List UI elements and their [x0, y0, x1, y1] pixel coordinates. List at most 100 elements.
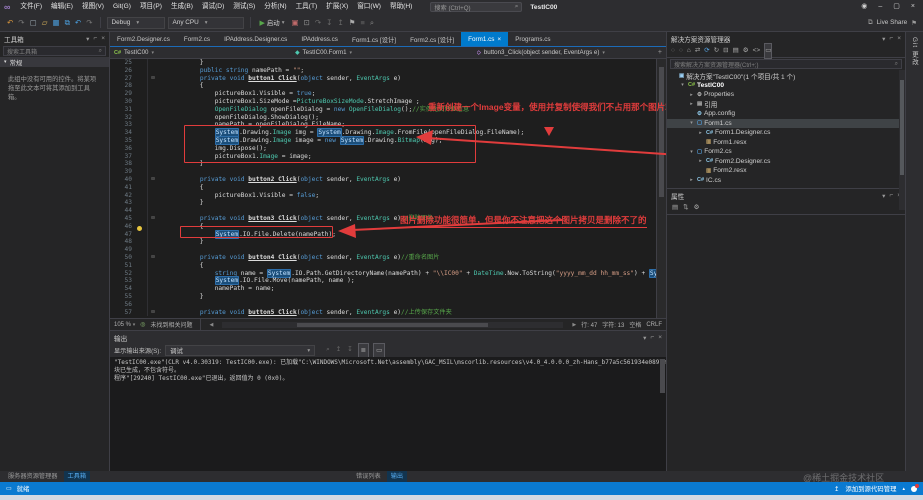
outline-margin[interactable]: [148, 145, 158, 153]
hot-reload-icon[interactable]: ▣: [290, 16, 299, 30]
feedback-icon[interactable]: ⚑: [911, 19, 917, 27]
breakpoint-margin[interactable]: [134, 199, 148, 207]
output-log[interactable]: "TestIC00.exe"(CLR v4.0.30319: TestIC00.…: [110, 357, 666, 471]
breakpoint-margin[interactable]: [134, 114, 148, 122]
outline-margin[interactable]: [148, 207, 158, 215]
editor-tab[interactable]: Form2.Designer.cs ×: [110, 32, 177, 46]
breakpoint-margin[interactable]: [134, 309, 148, 317]
editor-tab[interactable]: Form1.cs [设计] ×: [345, 32, 403, 46]
expander-icon[interactable]: ▸: [688, 92, 695, 98]
breakpoint-margin[interactable]: [134, 238, 148, 246]
menu-item[interactable]: 工具(T): [292, 0, 322, 14]
pin-icon[interactable]: ⌐: [650, 334, 654, 342]
dock-tab[interactable]: 服务器资源管理器: [4, 471, 62, 482]
outline-margin[interactable]: ⊟: [148, 75, 158, 83]
tree-item[interactable]: ▥ Form2.resx: [667, 166, 905, 176]
document-health-icon[interactable]: ◎: [140, 321, 145, 328]
outline-margin[interactable]: [148, 293, 158, 301]
chevron-down-icon[interactable]: ▾: [643, 334, 646, 342]
menu-item[interactable]: 扩展(X): [322, 0, 352, 14]
editor-tab[interactable]: Form2.cs ×: [177, 32, 217, 46]
close-panel-icon[interactable]: ×: [897, 35, 901, 43]
caret-line-indicator[interactable]: 行: 47: [581, 320, 597, 329]
pin-icon[interactable]: ⌐: [889, 35, 893, 43]
menu-item[interactable]: 项目(P): [136, 0, 166, 14]
expander-icon[interactable]: ▾: [679, 82, 686, 88]
minimize-button[interactable]: –: [878, 0, 882, 14]
code-line[interactable]: 26 public string namePath = "";: [110, 67, 656, 75]
outline-margin[interactable]: [148, 223, 158, 231]
expander-icon[interactable]: ▾: [688, 120, 695, 126]
tree-item[interactable]: ▸ C# IC.cs: [667, 176, 905, 186]
tree-item[interactable]: ▸ ▤ 引用: [667, 100, 905, 110]
outline-margin[interactable]: [148, 82, 158, 90]
code-line[interactable]: 48 }: [110, 238, 656, 246]
editor-tab[interactable]: IPAddress.cs ×: [294, 32, 345, 46]
code-line[interactable]: 28 {: [110, 82, 656, 90]
outline-margin[interactable]: [148, 231, 158, 239]
pin-icon[interactable]: ⌐: [889, 192, 893, 200]
outline-margin[interactable]: [148, 114, 158, 122]
expander-icon[interactable]: ▸: [697, 130, 704, 136]
live-share-button[interactable]: Live Share: [877, 19, 908, 26]
navigate-forward-icon[interactable]: ↷: [17, 16, 25, 30]
breadcrumb-project[interactable]: C# TestIC00 ▾: [114, 49, 295, 56]
scrollbar-thumb[interactable]: [659, 67, 664, 197]
editor-tab[interactable]: IPAddress.Designer.cs ×: [217, 32, 294, 46]
outline-margin[interactable]: [148, 59, 158, 67]
lightbulb-icon[interactable]: [137, 226, 142, 231]
properties-icon[interactable]: ⚙: [743, 44, 749, 58]
menu-item[interactable]: 视图(V): [78, 0, 108, 14]
code-line[interactable]: 40⊟ private void button2_Click(object se…: [110, 176, 656, 184]
show-all-files-icon[interactable]: ▤: [733, 44, 739, 58]
sync-icon[interactable]: ⟳: [704, 44, 709, 58]
git-changes-vertical-tab[interactable]: Git 更改: [910, 37, 919, 471]
caret-column-indicator[interactable]: 字符: 13: [602, 320, 624, 329]
dock-tab[interactable]: 工具箱: [64, 471, 91, 482]
outline-margin[interactable]: ⊟: [148, 254, 158, 262]
open-folder-icon[interactable]: ▱: [41, 16, 49, 30]
outline-margin[interactable]: [148, 277, 158, 285]
save-icon[interactable]: ▦: [51, 16, 60, 30]
outline-margin[interactable]: [148, 301, 158, 309]
tree-item[interactable]: ▸ ⚙ Properties: [667, 90, 905, 100]
tab-close-icon[interactable]: ×: [497, 36, 501, 43]
code-line[interactable]: 53 System.IO.File.Move(namePath, name );: [110, 277, 656, 285]
property-pages-icon[interactable]: ⚙: [694, 201, 700, 215]
breakpoint-margin[interactable]: [134, 285, 148, 293]
scrollbar-thumb[interactable]: [660, 359, 665, 393]
breakpoint-margin[interactable]: [134, 67, 148, 75]
outline-margin[interactable]: [148, 121, 158, 129]
outline-margin[interactable]: ⊟: [148, 176, 158, 184]
breakpoint-margin[interactable]: [134, 59, 148, 67]
code-line[interactable]: 54 namePath = name;: [110, 285, 656, 293]
breakpoint-margin[interactable]: [134, 145, 148, 153]
menu-item[interactable]: 文件(F): [16, 0, 46, 14]
breakpoint-margin[interactable]: [134, 137, 148, 145]
editor-tab[interactable]: Form1.cs ×: [461, 32, 508, 46]
toolbox-section-general[interactable]: ▾ 常规: [0, 57, 109, 67]
breakpoint-margin[interactable]: [134, 215, 148, 223]
code-line[interactable]: 43 }: [110, 199, 656, 207]
code-line[interactable]: 41 {: [110, 184, 656, 192]
tree-item[interactable]: ▾ C# TestIC00: [667, 81, 905, 91]
code-line[interactable]: 51 {: [110, 262, 656, 270]
breakpoint-margin[interactable]: [134, 75, 148, 83]
code-line[interactable]: 50⊟ private void button4_Click(object se…: [110, 254, 656, 262]
outline-margin[interactable]: [148, 106, 158, 114]
outline-margin[interactable]: [148, 246, 158, 254]
expander-icon[interactable]: ▸: [688, 101, 695, 107]
tree-item[interactable]: ⚙ App.config: [667, 109, 905, 119]
breakpoint-margin[interactable]: [134, 98, 148, 106]
pin-icon[interactable]: ⌐: [93, 35, 97, 43]
indentation-indicator[interactable]: 空格: [629, 320, 641, 329]
tree-item[interactable]: ▥ Form1.resx: [667, 138, 905, 148]
breakpoint-margin[interactable]: [134, 301, 148, 309]
add-to-source-control-button[interactable]: 添加到源代码管理: [845, 484, 896, 493]
list-members-icon[interactable]: ≡: [359, 16, 365, 30]
expander-icon[interactable]: ▸: [688, 177, 695, 183]
outline-margin[interactable]: [148, 270, 158, 278]
menu-item[interactable]: 生成(B): [167, 0, 197, 14]
editor-tab[interactable]: Programs.cs ×: [508, 32, 557, 46]
forward-icon[interactable]: ○: [679, 44, 683, 58]
